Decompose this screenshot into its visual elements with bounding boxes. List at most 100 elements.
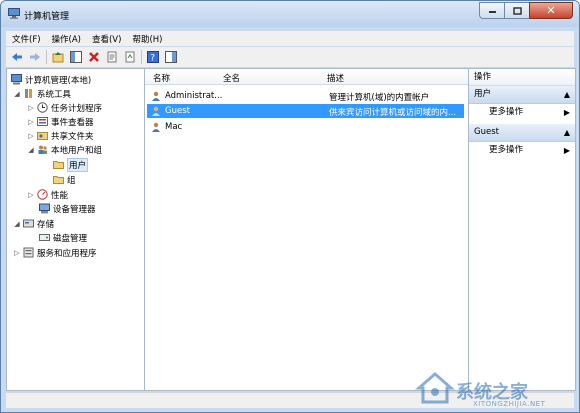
column-header-description[interactable]: 描述 — [327, 72, 344, 84]
menu-view[interactable]: 查看(V) — [86, 33, 126, 45]
tree-item-event-viewer[interactable]: ▷ 事件查看器 — [27, 115, 94, 128]
action-pane-icon — [165, 51, 177, 63]
minimize-button[interactable] — [479, 2, 504, 19]
window-title: 计算机管理 — [24, 12, 70, 22]
system-tools-icon — [23, 88, 34, 99]
minimize-icon — [488, 10, 496, 13]
tree-label: 磁盘管理 — [53, 233, 88, 244]
back-arrow-icon — [12, 53, 22, 61]
users-group-icon — [37, 144, 48, 155]
tree-item-disk-management[interactable]: 磁盘管理 — [39, 231, 87, 244]
user-description: 供来宾访问计算机或访问域的内... — [329, 108, 457, 118]
back-button[interactable] — [10, 50, 24, 64]
tree-label: 系统工具 — [37, 89, 72, 100]
tree-item-device-manager[interactable]: 设备管理器 — [39, 202, 96, 215]
caption-buttons: ✕ — [479, 2, 573, 19]
submenu-arrow-icon: ▶ — [563, 146, 570, 155]
tree-item-system-tools[interactable]: ◢ 系统工具 — [13, 87, 71, 100]
more-actions-users[interactable]: 更多操作 ▶ — [469, 104, 575, 121]
column-header-fullname[interactable]: 全名 — [223, 72, 240, 84]
help-button[interactable]: ? — [146, 50, 160, 64]
collapsed-triangle-icon[interactable]: ▷ — [13, 249, 21, 257]
computer-management-window: 计算机管理 ✕ 文件(F) 操作(A) 查看(V) 帮助(H) ? 计算机管理(… — [0, 0, 580, 413]
column-header-name[interactable]: 名称 — [153, 72, 170, 84]
close-button[interactable]: ✕ — [529, 2, 573, 19]
forward-arrow-icon — [30, 53, 40, 61]
refresh-icon — [125, 51, 135, 63]
toolbar: ? — [6, 47, 574, 68]
show-hide-tree-button[interactable] — [69, 50, 83, 64]
user-icon — [151, 122, 162, 136]
maximize-button[interactable] — [504, 2, 529, 19]
close-icon: ✕ — [546, 4, 556, 17]
delete-button[interactable] — [87, 50, 101, 64]
show-action-pane-button[interactable] — [164, 50, 178, 64]
console-tree: 计算机管理(本地) ◢ 系统工具 ▷ 任务计划程序 ▷ 事件查看器 ▷ 共享文件… — [7, 69, 145, 390]
menu-file[interactable]: 文件(F) — [6, 33, 46, 45]
tree-item-groups[interactable]: 组 — [53, 173, 76, 186]
tree-item-root[interactable]: 计算机管理(本地) — [11, 73, 91, 86]
collapsed-triangle-icon[interactable]: ▷ — [27, 104, 35, 112]
storage-icon — [23, 218, 34, 229]
folder-icon — [53, 174, 64, 185]
list-item-mac[interactable]: Mac — [147, 120, 464, 134]
forward-button[interactable] — [28, 50, 42, 64]
collapsed-triangle-icon[interactable]: ▷ — [27, 118, 35, 126]
more-actions-guest[interactable]: 更多操作 ▶ — [469, 142, 575, 159]
tree-item-users[interactable]: 用户 — [53, 157, 89, 172]
user-icon — [151, 106, 162, 120]
watermark-url: XITONGZHIJIA.NET — [473, 400, 546, 408]
clock-icon — [37, 102, 48, 113]
tree-item-task-scheduler[interactable]: ▷ 任务计划程序 — [27, 101, 102, 114]
services-icon — [23, 247, 34, 258]
tree-label: 共享文件夹 — [51, 131, 94, 142]
tree-item-services-apps[interactable]: ▷ 服务和应用程序 — [13, 246, 97, 259]
list-item-guest[interactable]: Guest 供来宾访问计算机或访问域的内... — [147, 104, 464, 118]
tree-item-performance[interactable]: ▷ 性能 — [27, 188, 68, 201]
actions-section-guest[interactable]: Guest ▲ — [469, 124, 575, 142]
title-bar[interactable]: 计算机管理 ✕ — [1, 1, 579, 27]
refresh-button[interactable] — [123, 50, 137, 64]
toolbar-separator — [141, 50, 142, 64]
expanded-triangle-icon[interactable]: ◢ — [27, 146, 35, 154]
tree-label: 本地用户和组 — [51, 145, 103, 156]
properties-button[interactable] — [105, 50, 119, 64]
actions-pane: 操作 用户 ▲ 更多操作 ▶ Guest ▲ 更多操作 ▶ — [469, 69, 575, 390]
tree-item-local-users-groups[interactable]: ◢ 本地用户和组 — [27, 143, 102, 156]
actions-section-users[interactable]: 用户 ▲ — [469, 86, 575, 104]
tree-label: 组 — [67, 175, 76, 186]
collapse-triangle-icon[interactable]: ▲ — [564, 86, 570, 103]
user-name: Administrat... — [165, 91, 223, 101]
tree-label: 设备管理器 — [53, 204, 96, 215]
menu-action[interactable]: 操作(A) — [46, 33, 86, 45]
collapsed-triangle-icon[interactable]: ▷ — [27, 191, 35, 199]
shared-folder-icon — [37, 130, 48, 141]
house-logo-icon — [415, 372, 455, 404]
collapse-triangle-icon[interactable]: ▲ — [564, 124, 570, 141]
svg-text:?: ? — [150, 54, 155, 64]
users-list: 名称 全名 描述 Administrat... 管理计算机(域)的内置帐户 Gu… — [145, 69, 469, 390]
menu-bar: 文件(F) 操作(A) 查看(V) 帮助(H) — [6, 31, 574, 46]
up-one-level-button[interactable] — [51, 50, 65, 64]
tree-item-storage[interactable]: ◢ 存储 — [13, 217, 54, 230]
user-name: Guest — [165, 106, 190, 116]
device-manager-icon — [39, 203, 50, 214]
list-item-administrator[interactable]: Administrat... 管理计算机(域)的内置帐户 — [147, 89, 464, 103]
delete-x-icon — [89, 52, 99, 62]
action-label: 更多操作 — [489, 107, 524, 117]
action-label: 更多操作 — [489, 145, 524, 155]
help-icon: ? — [147, 51, 159, 63]
collapsed-triangle-icon[interactable]: ▷ — [27, 132, 35, 140]
expanded-triangle-icon[interactable]: ◢ — [13, 90, 21, 98]
tree-item-shared-folders[interactable]: ▷ 共享文件夹 — [27, 129, 94, 142]
menu-help[interactable]: 帮助(H) — [126, 33, 167, 45]
user-icon — [151, 91, 162, 105]
site-watermark: 系统之家 XITONGZHIJIA.NET — [411, 360, 580, 413]
console-tree-icon — [70, 51, 82, 63]
expanded-triangle-icon[interactable]: ◢ — [13, 220, 21, 228]
computer-management-icon — [11, 74, 22, 85]
user-description: 管理计算机(域)的内置帐户 — [329, 93, 430, 103]
tree-label: 性能 — [51, 190, 69, 201]
tree-label: 任务计划程序 — [51, 103, 103, 114]
event-viewer-icon — [37, 116, 48, 127]
